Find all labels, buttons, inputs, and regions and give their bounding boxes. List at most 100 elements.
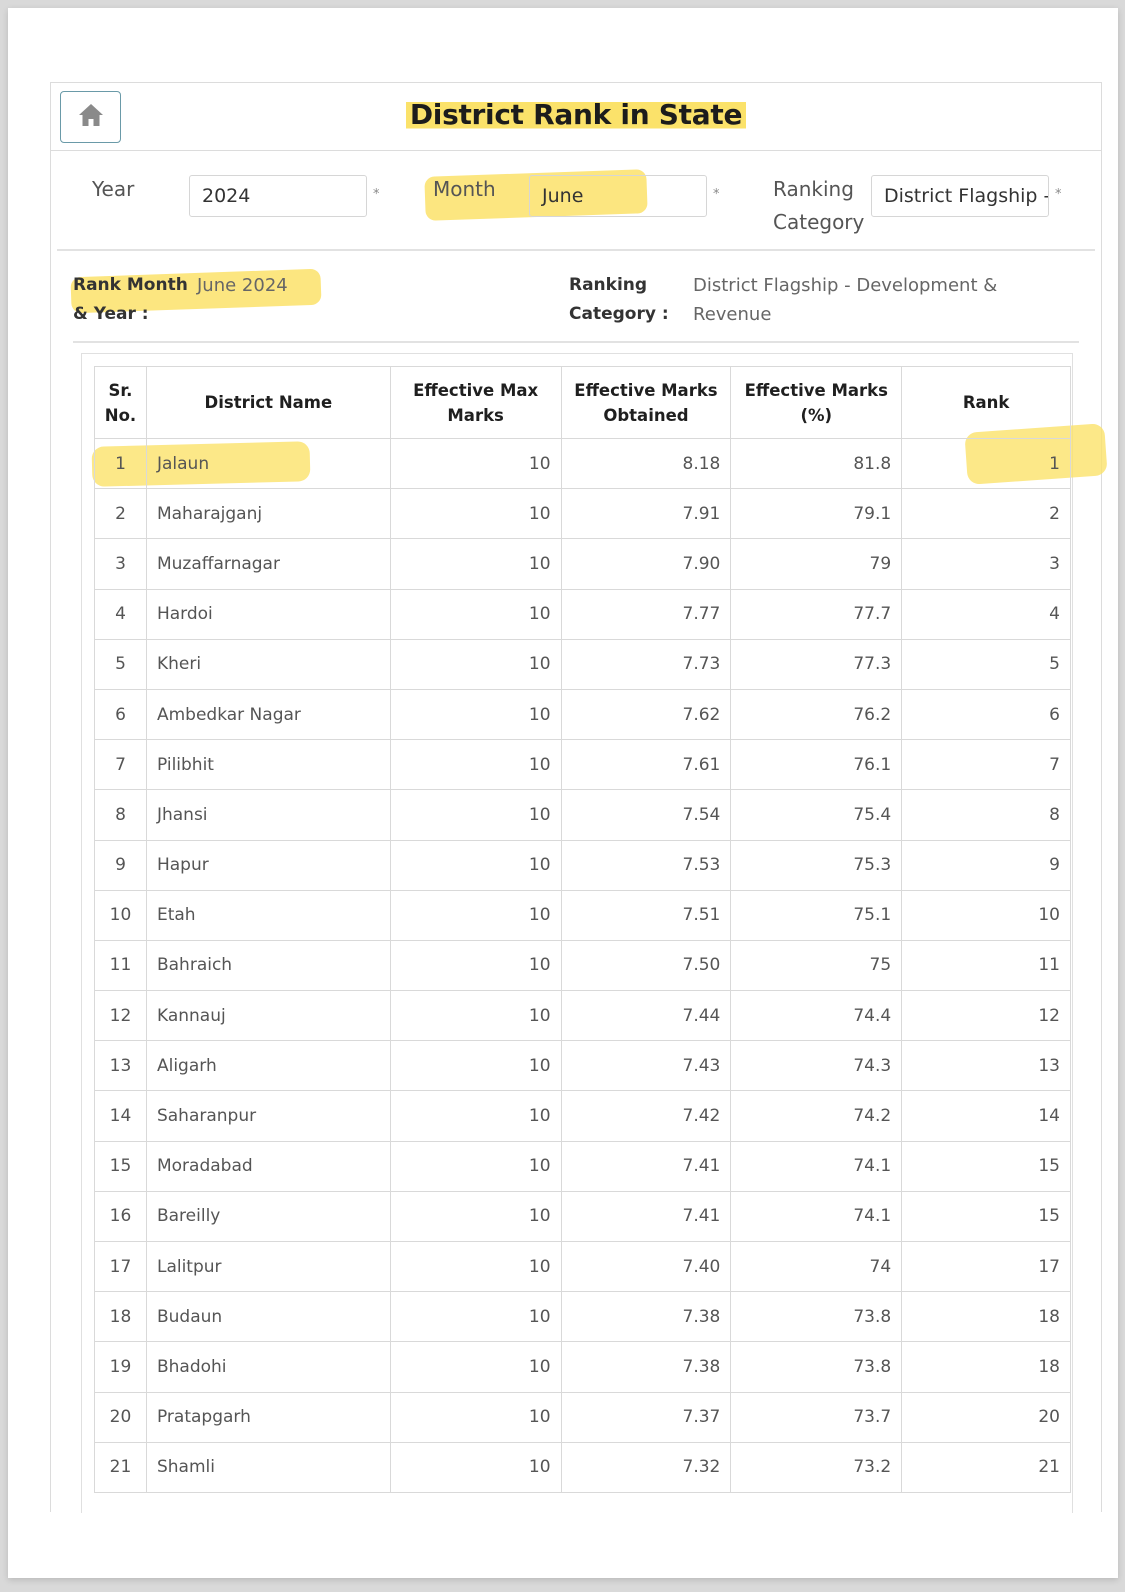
district-name-cell: Pilibhit <box>145 739 391 791</box>
table-row[interactable]: 19 Bhadohi 10 7.38 73.8 18 <box>94 1341 1071 1393</box>
marks-obtained-cell: 7.37 <box>560 1391 732 1443</box>
column-header-sr-no[interactable]: Sr. No. <box>94 366 147 439</box>
sr-no-cell: 5 <box>94 638 147 690</box>
sr-no-cell: 15 <box>94 1140 147 1192</box>
page-title: District Rank in State <box>51 98 1101 131</box>
table-row[interactable]: 8 Jhansi 10 7.54 75.4 8 <box>94 789 1071 841</box>
sr-no-cell: 13 <box>94 1040 147 1092</box>
rank-cell: 15 <box>901 1140 1071 1192</box>
table-row[interactable]: 5 Kheri 10 7.73 77.3 5 <box>94 638 1071 690</box>
table-row[interactable]: 4 Hardoi 10 7.77 77.7 4 <box>94 588 1071 640</box>
district-name-cell: Budaun <box>145 1291 391 1343</box>
marks-obtained-cell: 7.40 <box>560 1240 732 1293</box>
page: District Rank in State Year 2024 * Month… <box>8 8 1118 1578</box>
column-header-effective-max-marks[interactable]: Effective Max Marks <box>389 366 562 439</box>
marks-obtained-cell: 7.41 <box>560 1190 732 1243</box>
rank-cell: 5 <box>901 638 1071 690</box>
rank-cell: 2 <box>901 488 1071 540</box>
rank-cell: 18 <box>901 1341 1071 1393</box>
district-name-cell: Ambedkar Nagar <box>145 688 391 741</box>
marks-obtained-cell: 7.90 <box>560 538 732 590</box>
sr-no-cell: 21 <box>94 1441 147 1493</box>
sr-no-cell: 14 <box>94 1090 147 1142</box>
column-header-line1: District Name <box>204 393 333 412</box>
marks-percent-cell: 74.1 <box>730 1190 903 1243</box>
district-name-cell: Saharanpur <box>145 1090 391 1142</box>
filter-bar: Year 2024 * Month June * Ranking Categor… <box>57 151 1095 251</box>
table-row[interactable]: 1 Jalaun 10 8.18 81.8 1 <box>94 437 1071 490</box>
marks-percent-cell: 74.2 <box>730 1090 903 1142</box>
max-marks-cell: 10 <box>389 1140 562 1192</box>
column-header-line1: Effective Marks <box>744 380 888 400</box>
marks-obtained-cell: 7.41 <box>560 1140 732 1192</box>
marks-obtained-cell: 7.43 <box>560 1040 732 1092</box>
month-select[interactable]: June <box>529 175 707 217</box>
rank-cell: 18 <box>901 1291 1071 1343</box>
panel-header: District Rank in State <box>51 83 1101 151</box>
summary-category-label-line1: Ranking <box>569 275 648 295</box>
max-marks-cell: 10 <box>389 1391 562 1443</box>
ranking-category-select[interactable]: District Flagship - <box>871 175 1049 217</box>
rank-cell: 15 <box>901 1190 1071 1243</box>
rank-cell: 13 <box>901 1040 1071 1092</box>
column-header-effective-marks-obtained[interactable]: Effective Marks Obtained <box>560 366 732 439</box>
marks-percent-cell: 73.8 <box>730 1291 903 1343</box>
table-row[interactable]: 14 Saharanpur 10 7.42 74.2 14 <box>94 1090 1071 1142</box>
rank-cell: 8 <box>901 789 1071 841</box>
ranking-category-label-line1: Ranking <box>773 177 854 201</box>
district-name-cell: Lalitpur <box>145 1240 391 1293</box>
district-name-cell: Hapur <box>145 839 391 891</box>
rank-month-year-label-line1: Rank Month <box>73 275 188 295</box>
marks-obtained-cell: 7.42 <box>560 1090 732 1142</box>
table-row[interactable]: 2 Maharajganj 10 7.91 79.1 2 <box>94 488 1071 540</box>
max-marks-cell: 10 <box>389 588 562 640</box>
table-row[interactable]: 11 Bahraich 10 7.50 75 11 <box>94 939 1071 992</box>
column-header-rank[interactable]: Rank <box>901 366 1071 439</box>
marks-percent-cell: 73.2 <box>730 1441 903 1493</box>
marks-obtained-cell: 7.38 <box>560 1341 732 1393</box>
table-row[interactable]: 9 Hapur 10 7.53 75.3 9 <box>94 839 1071 891</box>
rank-cell: 6 <box>901 688 1071 741</box>
table-row[interactable]: 17 Lalitpur 10 7.40 74 17 <box>94 1240 1071 1293</box>
table-row[interactable]: 21 Shamli 10 7.32 73.2 21 <box>94 1441 1071 1493</box>
table-row[interactable]: 6 Ambedkar Nagar 10 7.62 76.2 6 <box>94 688 1071 741</box>
table-row[interactable]: 12 Kannauj 10 7.44 74.4 12 <box>94 990 1071 1042</box>
rank-cell: 7 <box>901 739 1071 791</box>
district-name-cell: Jalaun <box>145 437 391 490</box>
table-row[interactable]: 15 Moradabad 10 7.41 74.1 15 <box>94 1140 1071 1192</box>
column-header-district-name[interactable]: District Name <box>145 366 391 439</box>
marks-obtained-cell: 7.91 <box>560 488 732 540</box>
marks-percent-cell: 76.1 <box>730 739 903 791</box>
table-row[interactable]: 7 Pilibhit 10 7.61 76.1 7 <box>94 739 1071 791</box>
table-row[interactable]: 20 Pratapgarh 10 7.37 73.7 20 <box>94 1391 1071 1443</box>
marks-percent-cell: 77.3 <box>730 638 903 690</box>
max-marks-cell: 10 <box>389 739 562 791</box>
rank-cell: 10 <box>901 889 1071 941</box>
district-name-cell: Bahraich <box>145 939 391 992</box>
marks-percent-cell: 75.3 <box>730 839 903 891</box>
table-row[interactable]: 18 Budaun 10 7.38 73.8 18 <box>94 1291 1071 1343</box>
column-header-line2: (%) <box>800 405 833 425</box>
rank-cell: 11 <box>901 939 1071 992</box>
column-header-effective-marks-percent[interactable]: Effective Marks (%) <box>730 366 903 439</box>
max-marks-cell: 10 <box>389 939 562 992</box>
marks-obtained-cell: 7.38 <box>560 1291 732 1343</box>
marks-percent-cell: 75.4 <box>730 789 903 841</box>
table-row[interactable]: 16 Bareilly 10 7.41 74.1 15 <box>94 1190 1071 1243</box>
year-select[interactable]: 2024 <box>189 175 367 217</box>
table-row[interactable]: 10 Etah 10 7.51 75.1 10 <box>94 889 1071 941</box>
sr-no-cell: 11 <box>94 939 147 992</box>
month-required-mark: * <box>713 187 720 202</box>
table-row[interactable]: 3 Muzaffarnagar 10 7.90 79 3 <box>94 538 1071 590</box>
marks-percent-cell: 74.1 <box>730 1140 903 1192</box>
max-marks-cell: 10 <box>389 990 562 1042</box>
marks-obtained-cell: 7.44 <box>560 990 732 1042</box>
max-marks-cell: 10 <box>389 839 562 891</box>
marks-percent-cell: 77.7 <box>730 588 903 640</box>
sr-no-cell: 4 <box>94 588 147 640</box>
table-row[interactable]: 13 Aligarh 10 7.43 74.3 13 <box>94 1040 1071 1092</box>
year-label: Year <box>92 177 135 201</box>
district-name-cell: Kannauj <box>145 990 391 1042</box>
max-marks-cell: 10 <box>389 1240 562 1293</box>
max-marks-cell: 10 <box>389 538 562 590</box>
